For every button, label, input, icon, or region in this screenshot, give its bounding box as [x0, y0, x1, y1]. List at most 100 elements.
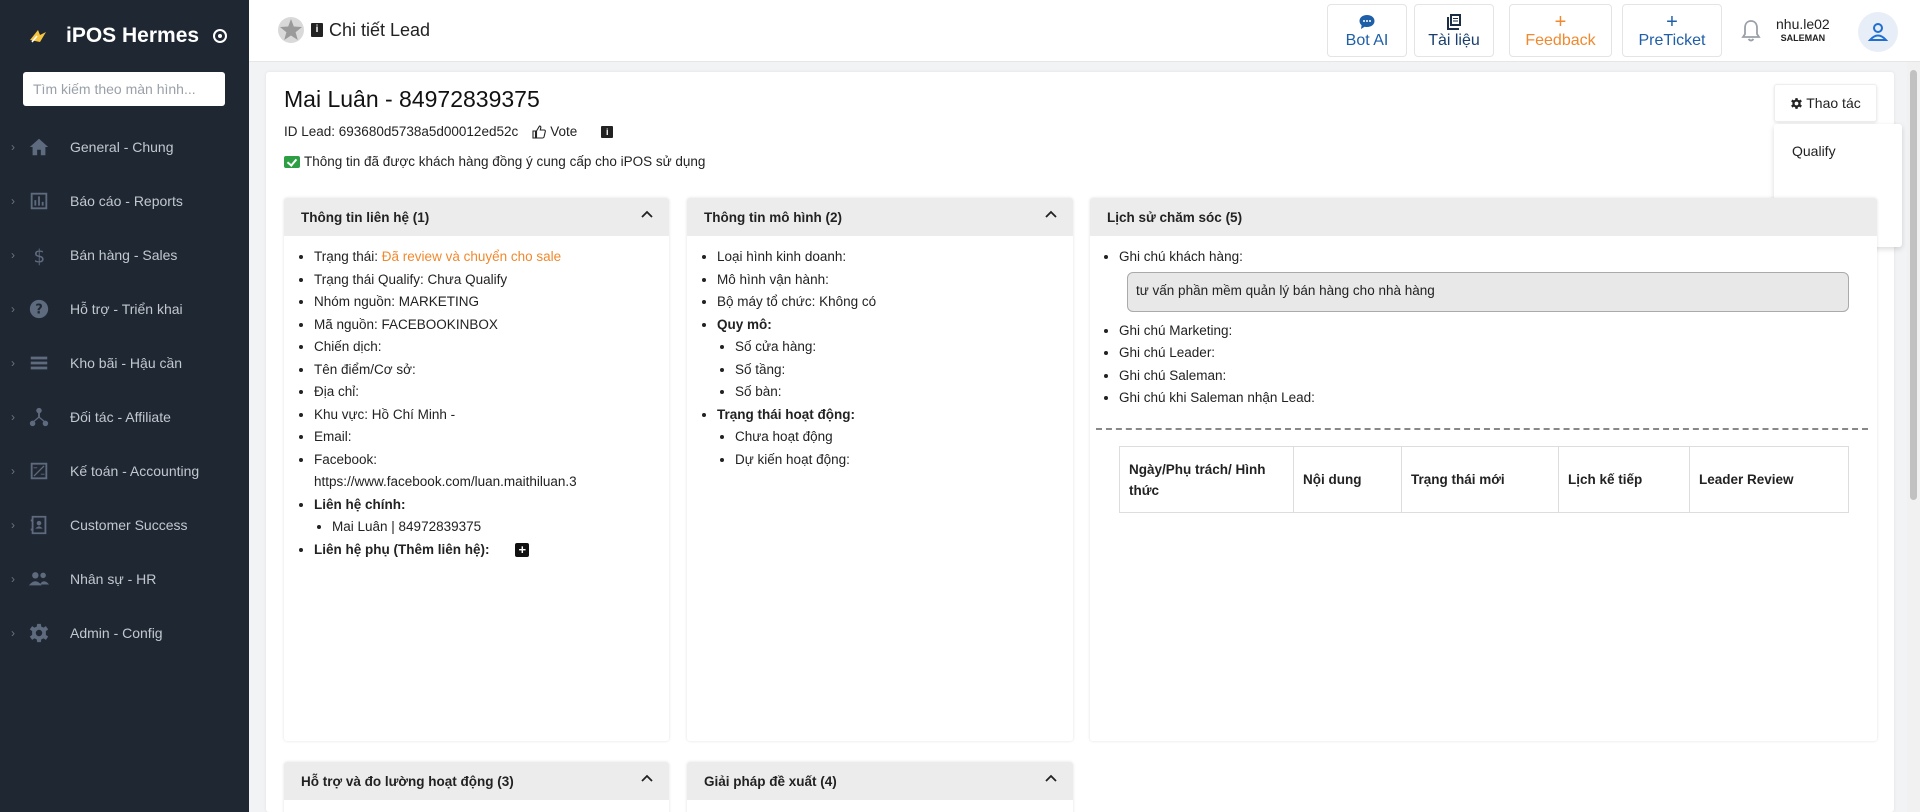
- chevron-right-icon: ›: [11, 464, 15, 478]
- tai-lieu-button[interactable]: Tài liệu: [1414, 4, 1494, 57]
- add-contact-button[interactable]: +: [515, 542, 530, 557]
- main-contact: Mai Luân | 84972839375: [332, 516, 669, 539]
- brand[interactable]: iPOS Hermes: [0, 0, 249, 72]
- sidebar-item-warehouse[interactable]: › Kho bãi - Hậu cần: [0, 336, 249, 390]
- sidebar-search-input[interactable]: [23, 72, 225, 106]
- preticket-button[interactable]: + PreTicket: [1622, 4, 1722, 57]
- list-item: Ghi chú Saleman:: [1119, 365, 1877, 388]
- sidebar-item-sales[interactable]: › $ Bán hàng - Sales: [0, 228, 249, 282]
- table-header-content: Nội dung: [1293, 446, 1402, 513]
- svg-text:?: ?: [35, 303, 42, 318]
- chevron-right-icon: ›: [11, 194, 15, 208]
- table-header-new-status: Trạng thái mới: [1401, 446, 1559, 513]
- feedback-label: Feedback: [1525, 31, 1596, 49]
- chevron-right-icon: ›: [11, 302, 15, 316]
- dollar-icon: $: [27, 243, 51, 267]
- panel-header[interactable]: Thông tin mô hình (2): [687, 198, 1073, 236]
- gear-icon: [27, 621, 51, 645]
- plus-icon: +: [1666, 10, 1678, 33]
- bell-icon[interactable]: [1739, 18, 1763, 44]
- brand-logo-icon: [30, 30, 46, 43]
- radio-dot-icon[interactable]: [213, 29, 228, 43]
- info-icon: i: [311, 23, 323, 37]
- list-item: Địa chỉ:: [314, 381, 669, 404]
- lead-title: Mai Luân - 84972839375: [284, 86, 540, 112]
- sidebar-item-accounting[interactable]: › Kế toán - Accounting: [0, 444, 249, 498]
- divider: [1096, 428, 1868, 430]
- sidebar-item-hr[interactable]: › Nhân sự - HR: [0, 552, 249, 606]
- table-header-next-schedule: Lịch kế tiếp: [1558, 446, 1690, 513]
- sidebar-item-reports[interactable]: › Báo cáo - Reports: [0, 174, 249, 228]
- customer-note-box: tư vấn phần mềm quản lý bán hàng cho nhà…: [1127, 271, 1849, 312]
- sidebar: iPOS Hermes › General - Chung › Báo cáo …: [0, 0, 249, 812]
- support-measure-panel: Hỗ trợ và đo lường hoạt động (3): [284, 762, 669, 812]
- sidebar-item-label: Kho bãi - Hậu cần: [70, 355, 183, 371]
- main-contact-label: Liên hệ chính:: [314, 496, 406, 512]
- list-item: Liên hệ phụ (Thêm liên hệ): +: [314, 539, 669, 562]
- chevron-up-icon[interactable]: [641, 773, 653, 785]
- list-item: Số tầng:: [735, 359, 1073, 382]
- list-icon: [27, 351, 51, 375]
- svg-text:$: $: [34, 246, 46, 266]
- avatar[interactable]: [1858, 12, 1898, 52]
- sidebar-item-general[interactable]: › General - Chung: [0, 120, 249, 174]
- info-icon[interactable]: i: [601, 125, 614, 138]
- sub-contact-label: Liên hệ phụ (Thêm liên hệ):: [314, 541, 490, 557]
- status-label: Trạng thái:: [314, 249, 382, 264]
- chevron-right-icon: ›: [11, 626, 15, 640]
- chevron-up-icon[interactable]: [1045, 773, 1057, 785]
- panel-header[interactable]: Thông tin liên hệ (1): [284, 198, 669, 236]
- thumbs-up-icon: [532, 124, 547, 139]
- business-model-panel: Thông tin mô hình (2) Loại hình kinh doa…: [687, 198, 1073, 741]
- operation-status-label: Trạng thái hoạt động:: [717, 406, 855, 422]
- list-item: Facebook: https://www.facebook.com/luan.…: [314, 449, 614, 494]
- sidebar-item-label: Hỗ trợ - Triển khai: [70, 301, 183, 317]
- list-item: Email:: [314, 426, 669, 449]
- user-info[interactable]: nhu.le02 SALEMAN: [1776, 16, 1830, 43]
- sidebar-item-label: Báo cáo - Reports: [70, 193, 183, 209]
- user-icon: [1867, 23, 1889, 41]
- chevron-up-icon[interactable]: [641, 209, 653, 221]
- care-history-panel: Lịch sử chăm sóc (5) Ghi chú khách hàng:…: [1090, 198, 1877, 741]
- actions-button[interactable]: Thao tác: [1774, 84, 1877, 122]
- list-item: Mã nguồn: FACEBOOKINBOX: [314, 314, 669, 337]
- list-item: Chiến dịch:: [314, 336, 669, 359]
- lead-id-row: ID Lead: 693680d5738a5d00012ed52c Vote i: [284, 124, 614, 139]
- brand-name: iPOS Hermes: [66, 24, 200, 47]
- sidebar-item-label: General - Chung: [70, 139, 174, 155]
- chevron-right-icon: ›: [11, 572, 15, 586]
- panel-title: Thông tin mô hình (2): [704, 209, 842, 225]
- feedback-button[interactable]: + Feedback: [1509, 4, 1612, 57]
- list-item: Bộ máy tổ chức: Không có: [717, 291, 1073, 314]
- panel-body: Ghi chú khách hàng: tư vấn phần mềm quản…: [1090, 236, 1877, 410]
- qualify-menu-item[interactable]: Qualify: [1774, 124, 1902, 178]
- star-badge-icon: [278, 17, 304, 43]
- sidebar-item-admin[interactable]: › Admin - Config: [0, 606, 249, 660]
- consent-note: Thông tin đã được khách hàng đồng ý cung…: [284, 154, 705, 169]
- panel-body: Trạng thái: Đã review và chuyển cho sale…: [284, 236, 669, 561]
- sidebar-item-affiliate[interactable]: › Đối tác - Affiliate: [0, 390, 249, 444]
- lead-detail-content: Mai Luân - 84972839375 ID Lead: 693680d5…: [266, 72, 1902, 812]
- people-icon: [27, 567, 51, 591]
- chevron-up-icon[interactable]: [1045, 209, 1057, 221]
- top-bar: i Chi tiết Lead Bot AI Tài liệu + Feedba…: [249, 0, 1920, 62]
- bot-ai-button[interactable]: Bot AI: [1327, 4, 1407, 57]
- chevron-right-icon: ›: [11, 518, 15, 532]
- chart-icon: [27, 189, 51, 213]
- page-scrollbar[interactable]: [1907, 62, 1920, 812]
- consent-text: Thông tin đã được khách hàng đồng ý cung…: [304, 154, 706, 169]
- document-icon: [1445, 12, 1463, 32]
- sidebar-item-label: Customer Success: [70, 517, 188, 533]
- lead-id: ID Lead: 693680d5738a5d00012ed52c: [284, 124, 519, 139]
- list-item: Ghi chú khách hàng:: [1119, 246, 1877, 269]
- contact-info-panel: Thông tin liên hệ (1) Trạng thái: Đã rev…: [284, 198, 669, 741]
- sidebar-item-support[interactable]: › ? Hỗ trợ - Triển khai: [0, 282, 249, 336]
- scrollbar-thumb[interactable]: [1910, 70, 1917, 500]
- panel-header[interactable]: Giải pháp đề xuất (4): [687, 762, 1073, 800]
- panel-header[interactable]: Lịch sử chăm sóc (5): [1090, 198, 1877, 236]
- vote-button[interactable]: Vote: [532, 124, 577, 139]
- calculator-icon: [27, 459, 51, 483]
- sidebar-item-customer-success[interactable]: › Customer Success: [0, 498, 249, 552]
- panel-header[interactable]: Hỗ trợ và đo lường hoạt động (3): [284, 762, 669, 800]
- panel-title: Thông tin liên hệ (1): [301, 209, 430, 225]
